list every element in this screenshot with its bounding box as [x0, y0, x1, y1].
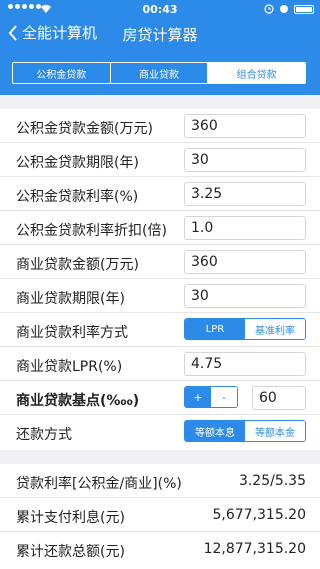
repay-mode-label: 还款方式	[16, 427, 72, 443]
biz-amount-label: 商业贷款金额(万元)	[16, 257, 139, 273]
fund-amount-input[interactable]: 360	[184, 114, 306, 138]
fund-term-input[interactable]: 30	[184, 148, 306, 172]
status-icons	[264, 4, 314, 14]
basis-minus-button[interactable]: -	[211, 387, 237, 407]
rate-mode-benchmark-option[interactable]: 基准利率	[245, 319, 305, 339]
page-title: 房贷计算器	[122, 26, 198, 44]
result-total-row: 累计还款总额(元) 12,877,315.20	[0, 532, 320, 566]
biz-rate-mode-label: 商业贷款利率方式	[16, 325, 128, 341]
fund-discount-input[interactable]: 1.0	[184, 216, 306, 240]
basis-plus-button[interactable]: +	[185, 387, 211, 407]
result-interest-label: 累计支付利息(元)	[16, 510, 125, 526]
alarm-icon	[264, 4, 274, 14]
fund-discount-label: 公积金贷款利率折扣(倍)	[16, 223, 167, 239]
tab-commercial-loan[interactable]: 商业贷款	[111, 63, 209, 83]
repay-equal-installment-option[interactable]: 等额本息	[185, 421, 245, 441]
biz-lpr-row: 商业贷款LPR(%) 4.75	[0, 347, 320, 381]
biz-term-input[interactable]: 30	[184, 284, 306, 308]
biz-basis-label: 商业贷款基点(‱)	[16, 393, 140, 409]
mascot-icon	[280, 5, 288, 13]
basis-stepper: + -	[184, 386, 238, 408]
biz-rate-mode-toggle: LPR 基准利率	[184, 318, 306, 340]
fund-term-label: 公积金贷款期限(年)	[16, 155, 139, 171]
biz-term-label: 商业贷款期限(年)	[16, 291, 125, 307]
repay-equal-principal-option[interactable]: 等额本金	[245, 421, 305, 441]
result-total-label: 累计还款总额(元)	[16, 544, 125, 560]
loan-form: 公积金贷款金额(万元) 360 公积金贷款期限(年) 30 公积金贷款利率(%)…	[0, 109, 320, 450]
loan-type-tabs: 公积金贷款 商业贷款 组合贷款	[12, 62, 306, 84]
biz-basis-row: 商业贷款基点(‱) + - 60	[0, 381, 320, 415]
results-panel: 贷款利率[公积金/商业](%) 3.25/5.35 累计支付利息(元) 5,67…	[0, 464, 320, 569]
biz-amount-row: 商业贷款金额(万元) 360	[0, 245, 320, 279]
result-interest-value: 5,677,315.20	[212, 507, 306, 523]
result-rate-row: 贷款利率[公积金/商业](%) 3.25/5.35	[0, 464, 320, 498]
battery-icon	[294, 4, 314, 14]
fund-amount-label: 公积金贷款金额(万元)	[16, 121, 153, 137]
rate-mode-lpr-option[interactable]: LPR	[185, 319, 245, 339]
basis-input[interactable]: 60	[252, 386, 306, 410]
result-rate-value: 3.25/5.35	[238, 473, 306, 489]
status-bar: 00:43	[0, 0, 320, 20]
fund-term-row: 公积金贷款期限(年) 30	[0, 143, 320, 177]
biz-term-row: 商业贷款期限(年) 30	[0, 279, 320, 313]
result-total-value: 12,877,315.20	[203, 541, 306, 557]
repay-mode-toggle: 等额本息 等额本金	[184, 420, 306, 442]
fund-rate-input[interactable]: 3.25	[184, 182, 306, 206]
tab-fund-loan[interactable]: 公积金贷款	[13, 63, 111, 83]
nav-bar: 全能计算机 房贷计算器	[0, 20, 320, 50]
header: 00:43 全能计算机 房贷计算器 公积金贷款 商业贷款 组合贷款	[0, 0, 320, 95]
fund-rate-label: 公积金贷款利率(%)	[16, 189, 139, 205]
repay-mode-row: 还款方式 等额本息 等额本金	[0, 415, 320, 449]
tab-combined-loan[interactable]: 组合贷款	[208, 63, 305, 83]
biz-lpr-label: 商业贷款LPR(%)	[16, 359, 123, 375]
biz-rate-mode-row: 商业贷款利率方式 LPR 基准利率	[0, 313, 320, 347]
result-rate-label: 贷款利率[公积金/商业](%)	[16, 476, 182, 492]
biz-amount-input[interactable]: 360	[184, 250, 306, 274]
result-interest-row: 累计支付利息(元) 5,677,315.20	[0, 498, 320, 532]
fund-rate-row: 公积金贷款利率(%) 3.25	[0, 177, 320, 211]
biz-lpr-input[interactable]: 4.75	[184, 352, 306, 376]
fund-amount-row: 公积金贷款金额(万元) 360	[0, 109, 320, 143]
fund-discount-row: 公积金贷款利率折扣(倍) 1.0	[0, 211, 320, 245]
